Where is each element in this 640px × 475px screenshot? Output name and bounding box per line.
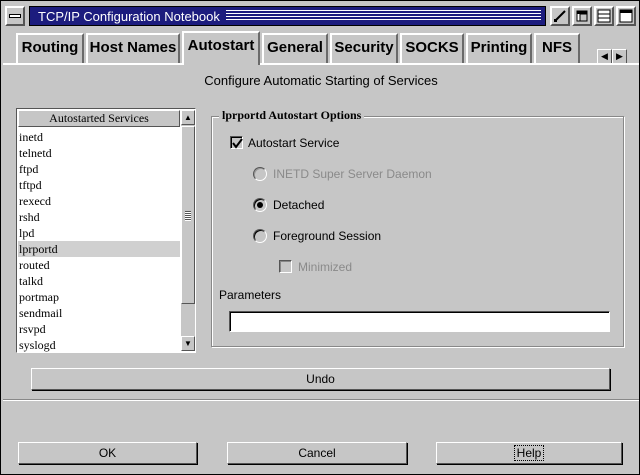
maximize-icon	[619, 9, 633, 23]
triangle-up-icon: ▲	[184, 113, 192, 122]
tcpip-configuration-window: TCP/IP Configuration Notebook Routing Ho…	[0, 0, 640, 475]
minimized-label: Minimized	[298, 260, 353, 274]
autostart-service-checkbox[interactable]	[230, 136, 243, 149]
minimize-icon	[554, 10, 566, 22]
list-item[interactable]: tftpd	[18, 177, 180, 193]
list-items: inetd telnetd ftpd tftpd rexecd rshd lpd lprpor…	[18, 129, 180, 353]
tab-security[interactable]: Security	[330, 33, 398, 63]
page-heading: Configure Automatic Starting of Services	[204, 73, 438, 88]
tab-scroll-left-button[interactable]: ◀	[597, 49, 612, 64]
minimized-checkbox[interactable]	[279, 260, 292, 273]
tab-label: Routing	[21, 39, 79, 56]
checkmark-icon	[232, 138, 243, 149]
triangle-down-icon: ▼	[184, 339, 192, 348]
list-item[interactable]: telnetd	[18, 145, 180, 161]
ok-button[interactable]: OK	[18, 442, 197, 464]
tab-label: Security	[334, 39, 394, 56]
group-title: lprportd Autostart Options	[219, 108, 365, 123]
system-menu-icon	[9, 14, 21, 18]
tab-general[interactable]: General	[262, 33, 328, 63]
button-area-divider	[3, 399, 639, 401]
tab-nfs[interactable]: NFS	[534, 33, 580, 63]
foreground-session-label: Foreground Session	[273, 229, 382, 243]
scroll-thumb[interactable]	[181, 126, 195, 304]
list-item[interactable]: rexecd	[18, 193, 180, 209]
scroll-up-button[interactable]: ▲	[181, 110, 195, 125]
scroll-down-button[interactable]: ▼	[181, 336, 195, 351]
title-bar-stripes	[220, 10, 541, 22]
detached-radio[interactable]	[253, 198, 267, 212]
tab-host-names[interactable]: Host Names	[86, 33, 180, 63]
list-item[interactable]: syslogd	[18, 337, 180, 353]
list-item[interactable]: routed	[18, 257, 180, 273]
restore-icon	[576, 10, 588, 22]
parameters-label: Parameters	[219, 288, 282, 302]
window-list-icon	[597, 9, 611, 23]
tab-label: General	[267, 39, 323, 56]
maximize-button[interactable]	[616, 6, 636, 26]
tab-label: Printing	[470, 39, 528, 56]
title-bar-drag-area[interactable]: TCP/IP Configuration Notebook	[29, 6, 546, 26]
tab-routing[interactable]: Routing	[16, 33, 84, 63]
window-title: TCP/IP Configuration Notebook	[38, 9, 226, 24]
cancel-button[interactable]: Cancel	[227, 442, 407, 464]
list-vertical-scrollbar[interactable]: ▲ ▼	[181, 110, 195, 351]
restore-button[interactable]	[572, 6, 592, 26]
list-item[interactable]: lprportd	[18, 241, 180, 257]
detached-label: Detached	[273, 198, 325, 212]
list-header: Autostarted Services	[18, 110, 180, 127]
list-item[interactable]: inetd	[18, 129, 180, 145]
tab-printing[interactable]: Printing	[466, 33, 532, 63]
tab-label: SOCKS	[405, 39, 459, 56]
list-item[interactable]: rsvpd	[18, 321, 180, 337]
autostarted-services-list[interactable]: Autostarted Services inetd telnetd ftpd tft…	[16, 108, 196, 353]
undo-button[interactable]: Undo	[31, 368, 610, 390]
list-item[interactable]: talkd	[18, 273, 180, 289]
tab-scroll-right-button[interactable]: ▶	[612, 49, 627, 64]
window-list-button[interactable]	[594, 6, 614, 26]
inetd-label: INETD Super Server Daemon	[273, 167, 432, 181]
grip-icon	[185, 211, 191, 221]
list-item[interactable]: ftpd	[18, 161, 180, 177]
system-menu-button[interactable]	[5, 6, 25, 26]
list-item[interactable]: portmap	[18, 289, 180, 305]
minimize-button[interactable]	[550, 6, 570, 26]
parameters-input[interactable]	[229, 311, 610, 332]
help-button-label: Help	[513, 445, 545, 461]
tab-strip-line	[3, 63, 639, 65]
triangle-left-icon: ◀	[601, 51, 608, 61]
autostart-service-label: Autostart Service	[248, 136, 340, 150]
tab-socks[interactable]: SOCKS	[400, 33, 464, 63]
list-item[interactable]: sendmail	[18, 305, 180, 321]
foreground-session-radio[interactable]	[253, 229, 267, 243]
list-item[interactable]: lpd	[18, 225, 180, 241]
inetd-radio[interactable]	[253, 167, 267, 181]
triangle-right-icon: ▶	[616, 51, 623, 61]
tab-autostart[interactable]: Autostart	[182, 31, 260, 65]
tab-label: Host Names	[89, 39, 177, 56]
tab-label: Autostart	[187, 37, 255, 54]
list-item[interactable]: rshd	[18, 209, 180, 225]
radio-dot-icon	[257, 202, 263, 208]
help-button[interactable]: Help	[436, 442, 622, 464]
title-bar: TCP/IP Configuration Notebook	[1, 1, 639, 31]
tab-label: NFS	[542, 39, 572, 56]
